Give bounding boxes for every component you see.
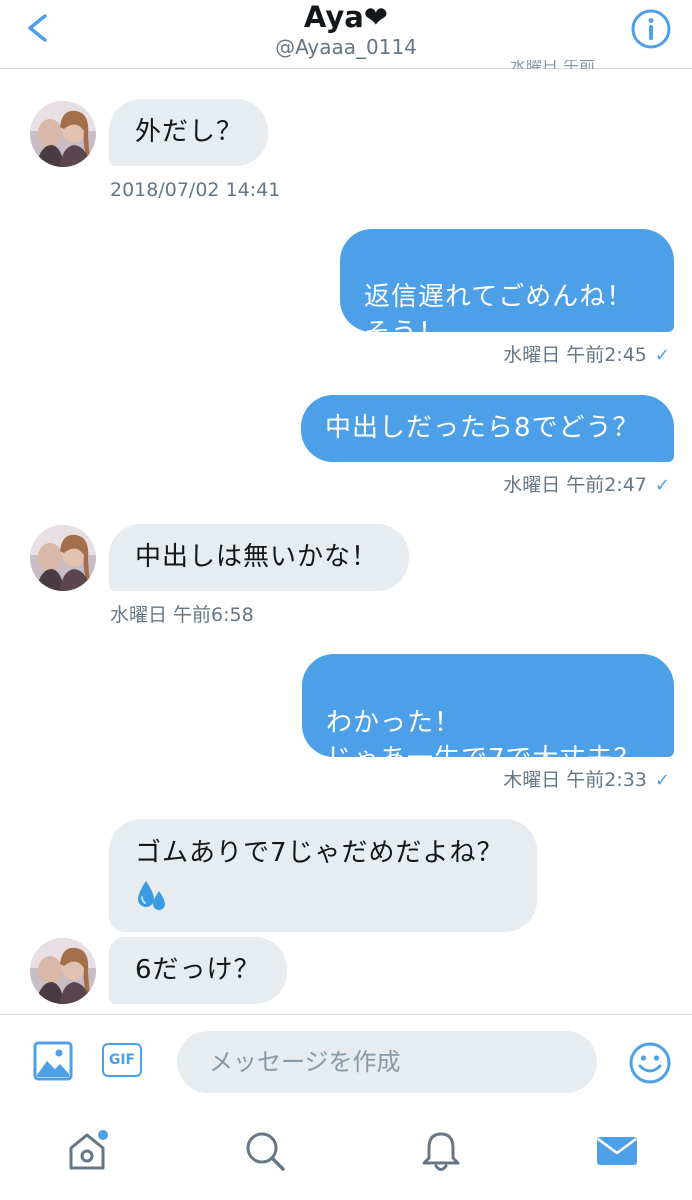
- tab-search[interactable]: [242, 1128, 288, 1174]
- message-bubble-outgoing[interactable]: 返信遅れてごめんね！ そう！: [340, 229, 674, 348]
- message-text: 6だっけ？: [135, 955, 261, 985]
- message-text: 外だし？: [135, 117, 244, 147]
- message-timestamp: 木曜日 午前2:33: [503, 769, 647, 791]
- info-icon: [631, 9, 671, 49]
- message-text: 中出しだったら8でどう？: [325, 413, 640, 443]
- message-bubble-outgoing[interactable]: わかった！ じゃあ一生で7で大丈夫？: [302, 654, 674, 774]
- tab-bar: [0, 1106, 692, 1200]
- home-icon: [69, 1130, 108, 1170]
- message-timestamp: 水曜日 午前2:45: [503, 344, 647, 366]
- message-text: ゴムありで7じゃだめだよね？: [135, 838, 504, 868]
- search-icon: [246, 1132, 285, 1171]
- read-check-icon: ✓: [654, 475, 670, 496]
- emoji-button[interactable]: [628, 1041, 672, 1085]
- sweat-drops-emoji: [135, 877, 537, 913]
- message-text: 中出しは無いかな！: [135, 542, 379, 572]
- media-button[interactable]: [33, 1041, 73, 1081]
- message-timestamp: 水曜日 午前2:47: [503, 474, 647, 496]
- tab-home[interactable]: [66, 1128, 112, 1174]
- mail-icon: [597, 1137, 637, 1165]
- gif-button[interactable]: GIF: [102, 1043, 142, 1077]
- info-button[interactable]: [630, 8, 672, 50]
- message-timestamp-row: 水曜日 午前2:47 ✓: [503, 473, 670, 498]
- tab-notifications[interactable]: [418, 1128, 464, 1174]
- avatar[interactable]: [30, 938, 96, 1004]
- message-text: わかった！ じゃあ一生で7で大丈夫？: [326, 708, 641, 774]
- message-timestamp-row: 水曜日 午前2:45 ✓: [503, 343, 670, 368]
- message-composer: GIF: [0, 1014, 692, 1107]
- read-check-icon: ✓: [654, 345, 670, 366]
- read-check-icon: ✓: [654, 770, 670, 791]
- tab-messages[interactable]: [594, 1128, 640, 1174]
- message-bubble-incoming[interactable]: ゴムありで7じゃだめだよね？: [109, 819, 537, 932]
- message-bubble-incoming[interactable]: 外だし？: [109, 99, 268, 166]
- message-timestamp: 2018/07/02 14:41: [110, 179, 281, 201]
- contact-name[interactable]: Aya❤: [0, 0, 692, 34]
- message-text: 返信遅れてごめんね！ そう！: [364, 282, 634, 348]
- message-timestamp: 水曜日 午前6:58: [110, 604, 254, 626]
- avatar[interactable]: [30, 101, 96, 167]
- notification-dot-icon: [98, 1130, 108, 1140]
- message-timestamp-row: 木曜日 午前2:33 ✓: [503, 768, 670, 793]
- image-icon: [33, 1041, 73, 1081]
- conversation-header: Aya❤ @Ayaaa_0114 水曜日 午前: [0, 0, 692, 69]
- avatar[interactable]: [30, 525, 96, 591]
- partial-timestamp: 水曜日 午前: [510, 60, 595, 69]
- message-bubble-outgoing[interactable]: 中出しだったら8でどう？: [301, 395, 674, 462]
- message-bubble-incoming[interactable]: 中出しは無いかな！: [109, 524, 409, 591]
- contact-handle: @Ayaaa_0114: [275, 35, 417, 59]
- bell-icon: [422, 1132, 460, 1171]
- message-bubble-incoming[interactable]: 6だっけ？: [109, 937, 287, 1004]
- smiley-icon: [629, 1042, 671, 1084]
- message-input[interactable]: [177, 1031, 597, 1093]
